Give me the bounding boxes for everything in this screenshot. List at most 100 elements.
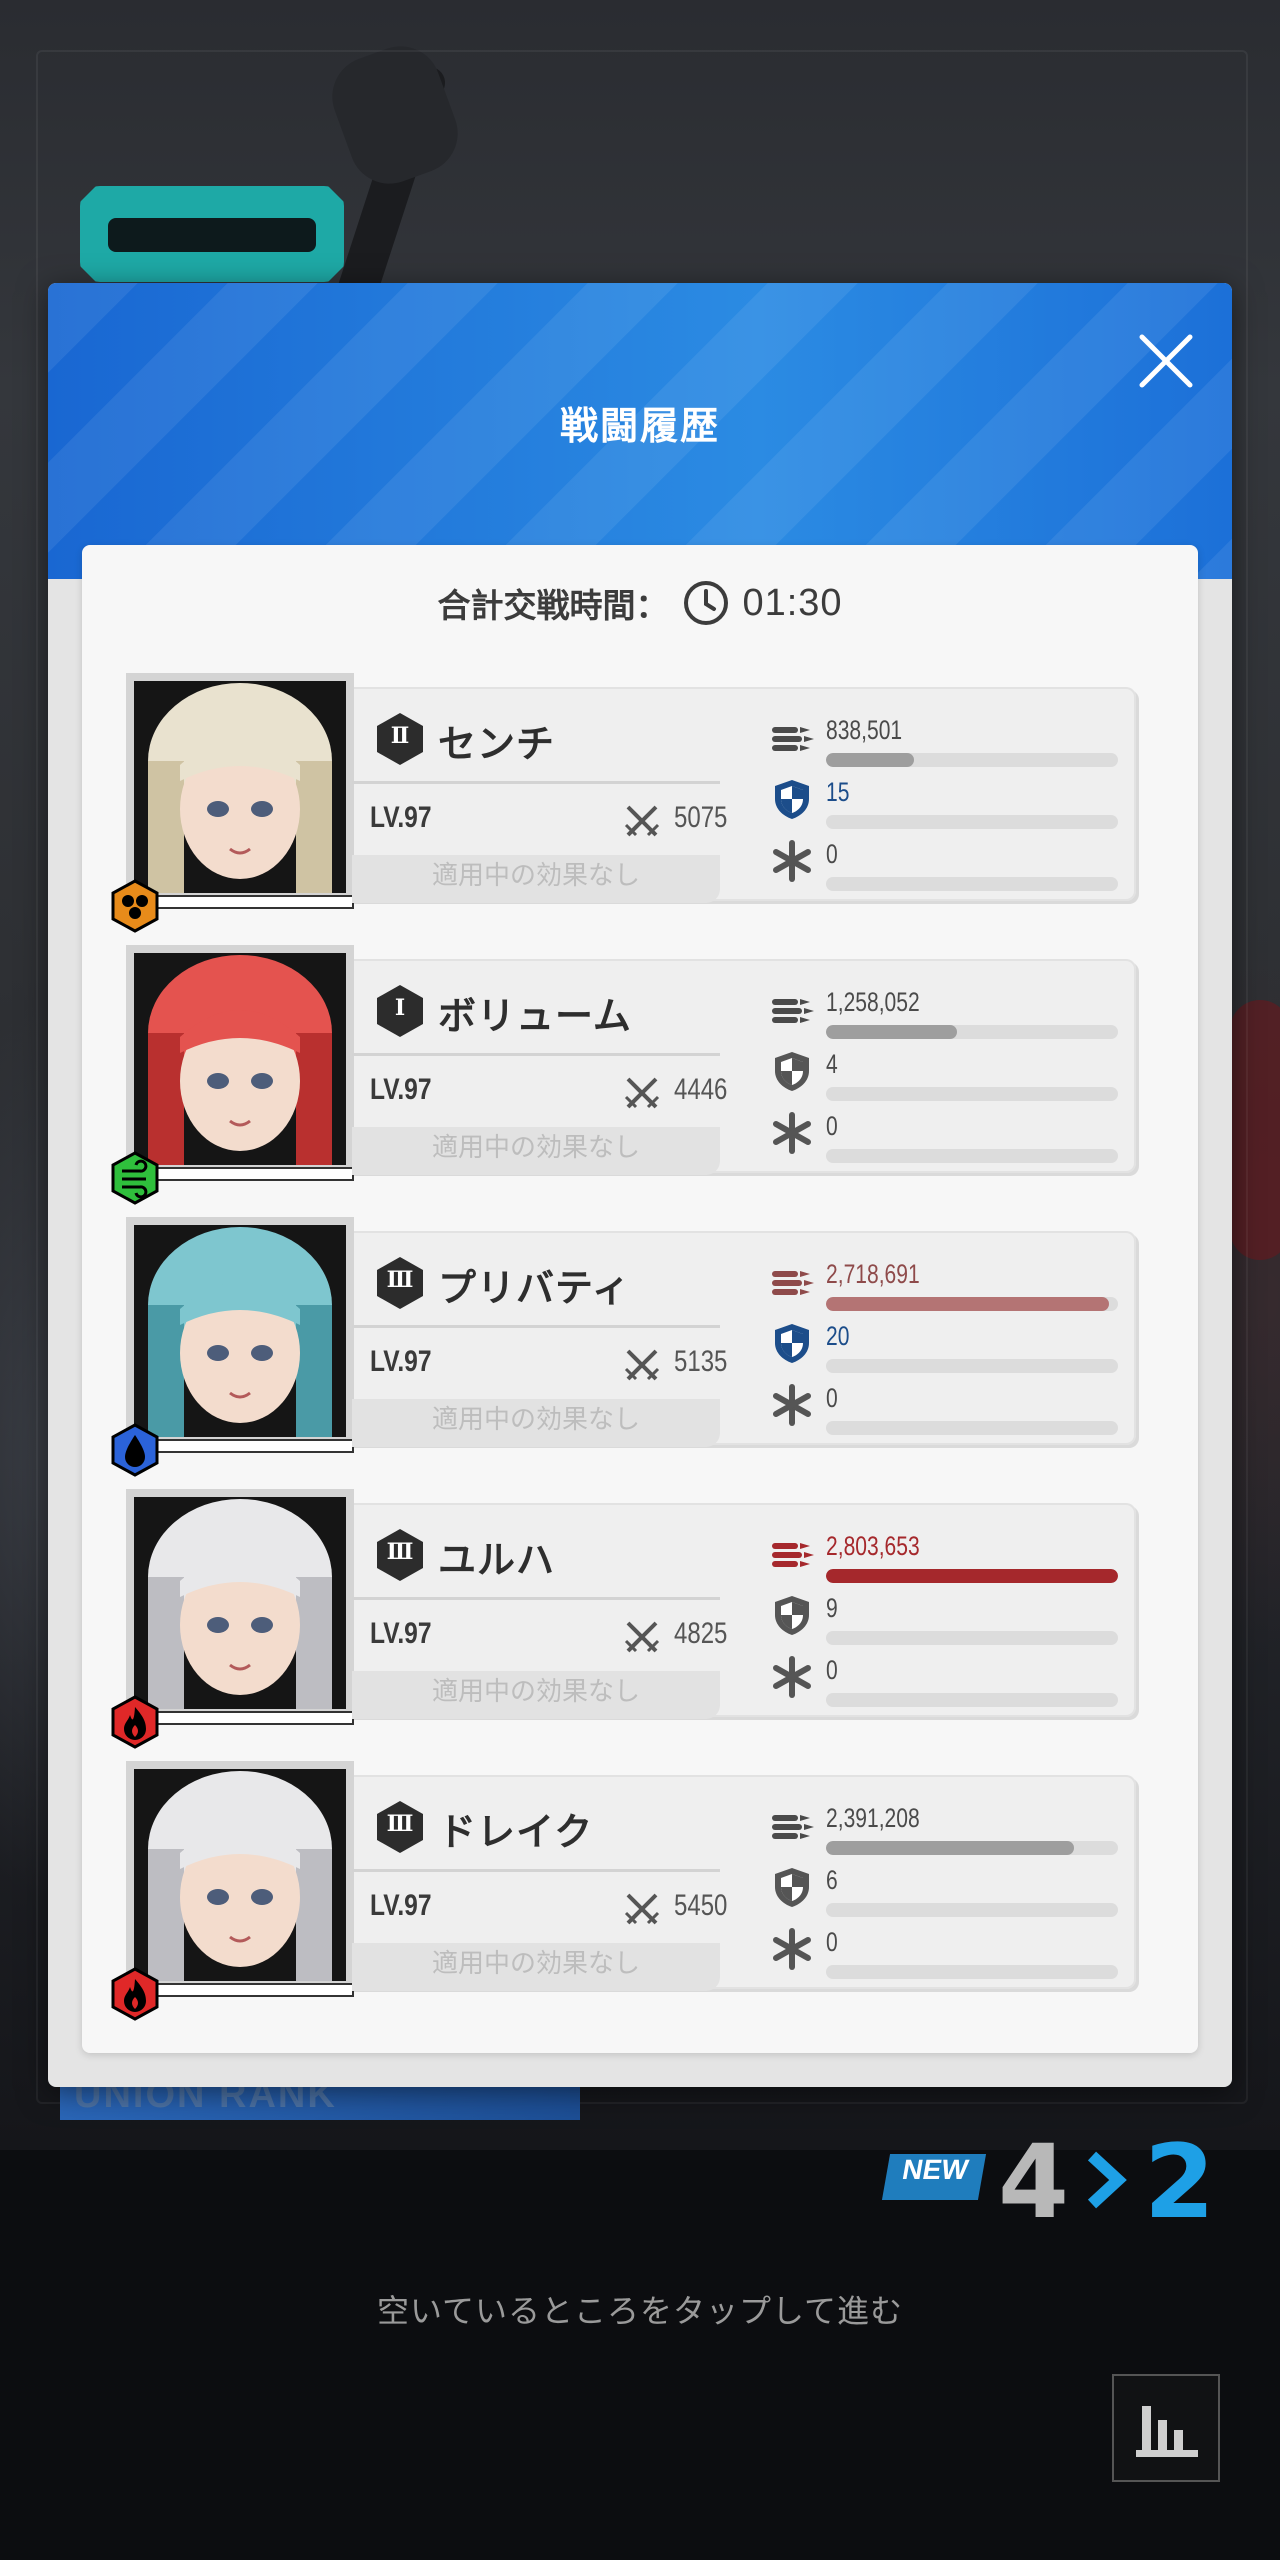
portrait-base	[126, 1711, 354, 1725]
shield-bar	[826, 1359, 1118, 1373]
character-level: LV.97	[370, 801, 432, 834]
character-portrait[interactable]	[126, 673, 354, 909]
damage-value: 1,258,052	[826, 987, 920, 1017]
heal-bar	[826, 1693, 1118, 1707]
grade-badge: Ⅲ	[374, 1527, 426, 1583]
portrait-base	[126, 1983, 354, 1997]
grade-label: Ⅲ	[386, 1539, 414, 1565]
heal-bar	[826, 1149, 1118, 1163]
portrait-image	[134, 681, 346, 893]
crossed-swords-icon	[624, 805, 660, 837]
effect-status: 適用中の効果なし	[352, 1671, 720, 1719]
character-power: 4825	[674, 1617, 728, 1650]
asterisk-icon	[773, 1656, 811, 1698]
character-row: Ⅲ ドレイク LV.97 5450 適用中の効果なし 2,391,208 6 0	[111, 1761, 1146, 2021]
bullets-icon	[772, 1271, 814, 1295]
portrait-image	[134, 953, 346, 1165]
character-name: ボリューム	[438, 994, 632, 1038]
stats-button[interactable]	[1112, 2374, 1220, 2482]
damage-value: 2,391,208	[826, 1803, 920, 1833]
heal-bar	[826, 1421, 1118, 1435]
bullets-icon	[772, 999, 814, 1023]
effect-status: 適用中の効果なし	[352, 1127, 720, 1175]
shield-icon	[775, 1868, 809, 1907]
character-portrait[interactable]	[126, 1761, 354, 1997]
crossed-swords-icon	[624, 1077, 660, 1109]
grade-badge: Ⅰ	[374, 983, 426, 1039]
portrait-image	[134, 1769, 346, 1981]
character-name: センチ	[438, 722, 556, 766]
element-wind-icon	[111, 1151, 159, 1205]
character-row: Ⅰ ボリューム LV.97 4446 適用中の効果なし 1,258,052 4 …	[111, 945, 1146, 1205]
close-button[interactable]	[1130, 325, 1202, 397]
character-portrait[interactable]	[126, 945, 354, 1181]
portrait-base	[126, 1167, 354, 1181]
element-fire-icon	[111, 1967, 159, 2021]
damage-bar-fill	[826, 1569, 1118, 1583]
crossed-swords-icon	[624, 1893, 660, 1925]
clock-icon	[684, 581, 729, 625]
shield-value: 15	[826, 777, 850, 807]
asterisk-icon	[773, 840, 811, 882]
damage-bar-fill	[826, 1025, 958, 1039]
heal-value: 0	[826, 839, 838, 869]
portrait-base	[126, 895, 354, 909]
rank-old-value: 4	[998, 2123, 1069, 2242]
character-name: ユルハ	[438, 1538, 556, 1582]
character-level: LV.97	[370, 1073, 432, 1106]
shield-icon	[775, 1052, 809, 1091]
portrait-image	[134, 1225, 346, 1437]
heal-value: 0	[826, 1655, 838, 1685]
character-power: 4446	[674, 1073, 728, 1106]
rank-arrow-icon	[1087, 2151, 1127, 2209]
shield-icon	[775, 780, 809, 819]
character-row: Ⅱ センチ LV.97 5075 適用中の効果なし 838,501 15 0	[111, 673, 1146, 933]
element-water-icon	[111, 1423, 159, 1477]
bullets-icon	[772, 1543, 814, 1567]
damage-value: 838,501	[826, 715, 903, 745]
character-portrait[interactable]	[126, 1489, 354, 1725]
crossed-swords-icon	[624, 1621, 660, 1653]
element-fire-icon	[111, 1695, 159, 1749]
heal-value: 0	[826, 1927, 838, 1957]
grade-badge: Ⅲ	[374, 1799, 426, 1855]
damage-bar	[826, 1569, 1118, 1583]
element-iron-icon	[111, 879, 159, 933]
shield-value: 9	[826, 1593, 838, 1623]
asterisk-icon	[773, 1112, 811, 1154]
name-divider	[352, 1325, 720, 1328]
character-level: LV.97	[370, 1345, 432, 1378]
damage-bar-fill	[826, 1841, 1075, 1855]
tap-hint: 空いているところをタップして進む	[376, 2292, 904, 2330]
character-name: ドレイク	[438, 1810, 594, 1854]
effect-status: 適用中の効果なし	[352, 1943, 720, 1991]
heal-value: 0	[826, 1383, 838, 1413]
modal-header: 戦闘履歴	[48, 283, 1232, 579]
portrait-image	[134, 1497, 346, 1709]
damage-bar-fill	[826, 1297, 1110, 1311]
damage-value: 2,718,691	[826, 1259, 920, 1289]
damage-bar	[826, 1297, 1118, 1311]
asterisk-icon	[773, 1928, 811, 1970]
grade-badge: Ⅱ	[374, 711, 426, 767]
heal-value: 0	[826, 1111, 838, 1141]
battle-panel: 合計交戦時間： 01:30 Ⅱ センチ LV.97 5075 適用中の効果なし …	[82, 545, 1198, 2053]
damage-bar	[826, 753, 1118, 767]
heal-bar	[826, 877, 1118, 891]
shield-value: 20	[826, 1321, 850, 1351]
close-icon	[1139, 334, 1193, 388]
character-row: Ⅲ ユルハ LV.97 4825 適用中の効果なし 2,803,653 9 0	[111, 1489, 1146, 1749]
name-divider	[352, 781, 720, 784]
damage-bar	[826, 1025, 1118, 1039]
character-power: 5075	[674, 801, 728, 834]
background-teal-badge	[80, 186, 344, 282]
total-time-value: 01:30	[742, 581, 843, 624]
shield-icon	[775, 1596, 809, 1635]
character-level: LV.97	[370, 1617, 432, 1650]
character-power: 5450	[674, 1889, 728, 1922]
damage-bar	[826, 1841, 1118, 1855]
character-portrait[interactable]	[126, 1217, 354, 1453]
character-name: プリバティ	[438, 1266, 631, 1310]
modal-title: 戦闘履歴	[559, 404, 720, 448]
shield-value: 6	[826, 1865, 838, 1895]
